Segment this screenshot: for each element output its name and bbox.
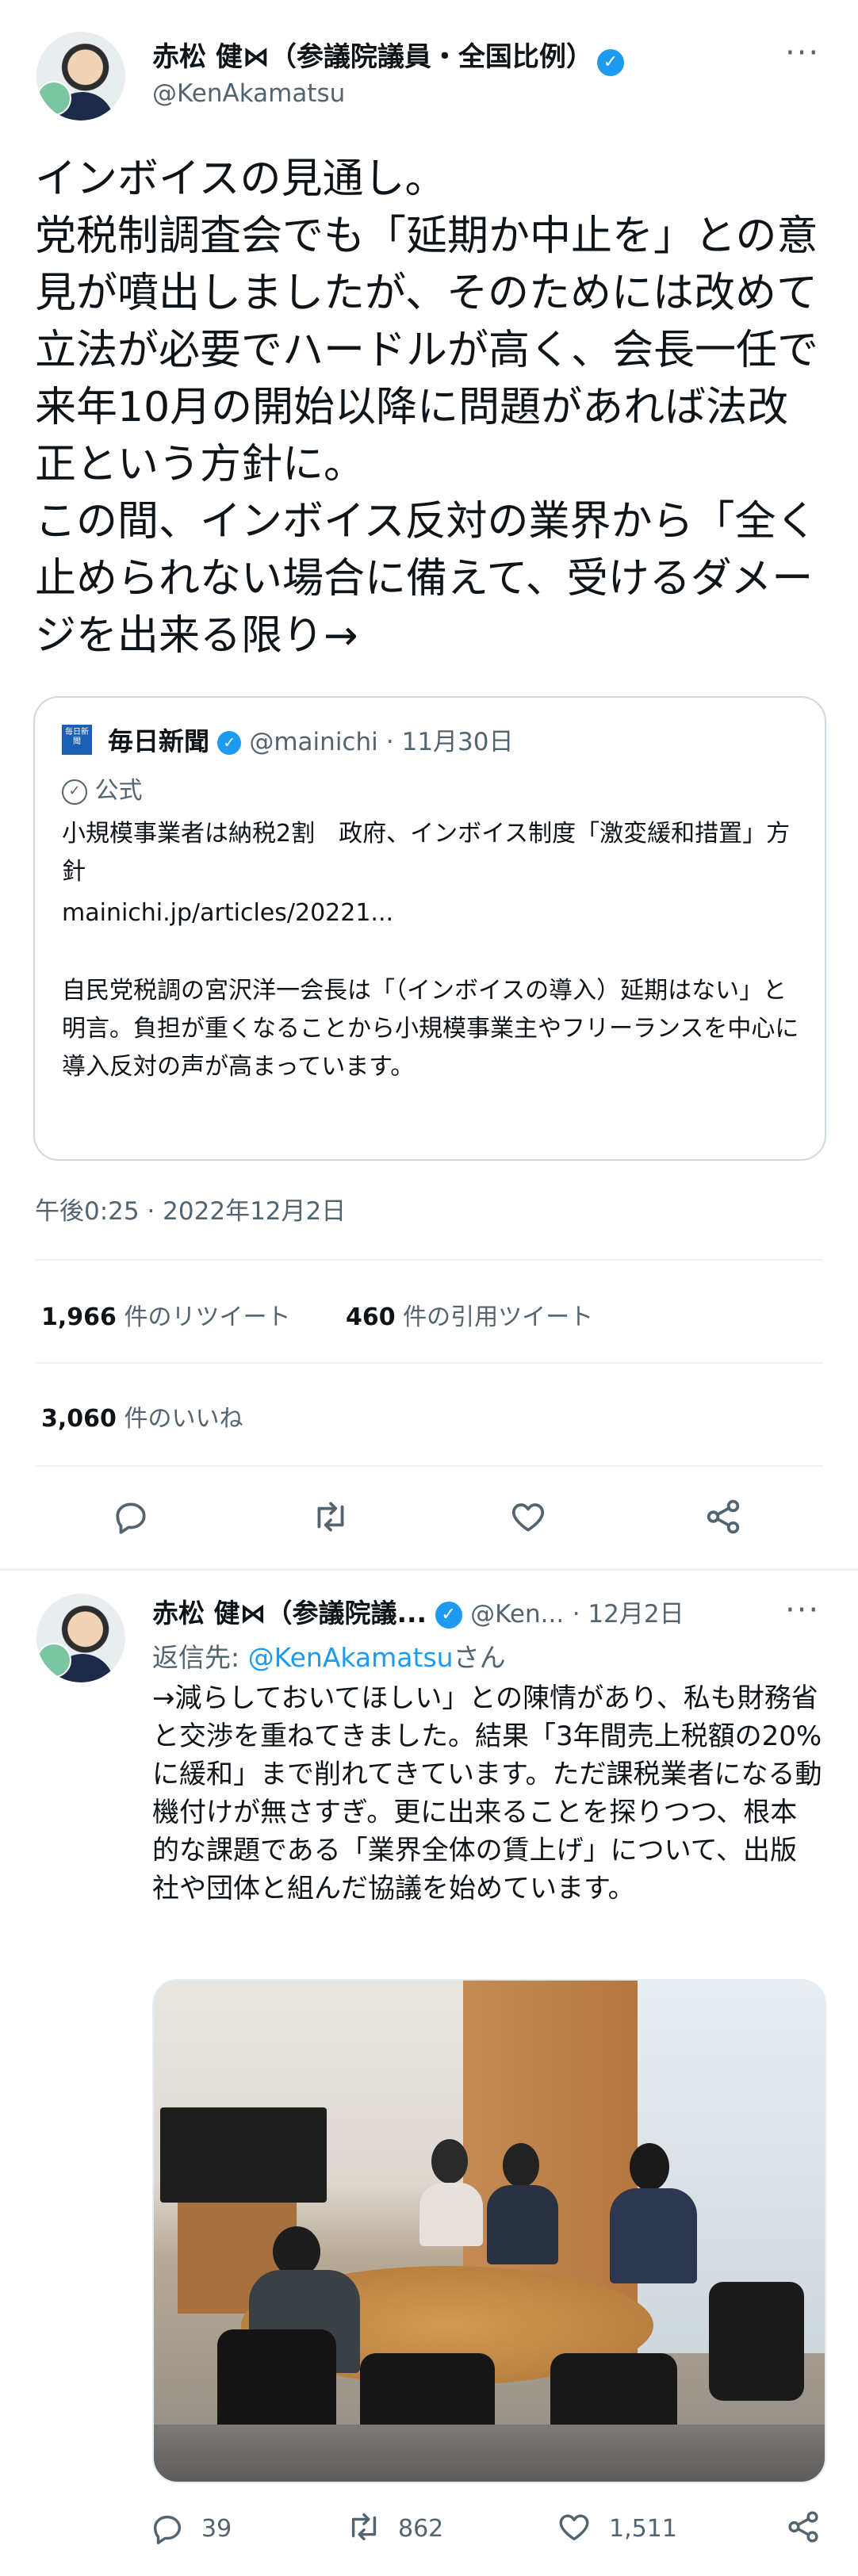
verified-badge-icon: ✓	[217, 731, 242, 755]
quote-stats[interactable]: 460 件の引用ツイート	[346, 1297, 593, 1332]
official-label: 公式	[94, 777, 143, 805]
quote-source-date[interactable]: · 11月30日	[386, 728, 514, 756]
reply-author-name[interactable]: 赤松 健⋈（参議院議...	[152, 1598, 427, 1629]
retweets-label: 件のリツイート	[124, 1303, 291, 1331]
quote-source-handle[interactable]: @mainichi	[249, 728, 377, 756]
author-header[interactable]: 赤松 健⋈（参議院議員・全国比例） ✓	[152, 35, 624, 76]
verified-badge-icon: ✓	[435, 1601, 462, 1629]
reply-to-handle[interactable]: @KenAkamatsu	[248, 1642, 454, 1673]
retweet-icon[interactable]	[309, 1497, 352, 1537]
share-icon[interactable]	[703, 1497, 744, 1537]
author-name[interactable]: 赤松 健⋈（参議院議員・全国比例）	[152, 41, 593, 73]
reply-to-line: 返信先: @KenAkamatsuさん	[152, 1636, 506, 1675]
retweet-count[interactable]: 862	[398, 2515, 443, 2543]
reply-to-prefix: 返信先:	[152, 1642, 248, 1673]
author-avatar[interactable]	[36, 32, 125, 121]
quotes-count: 460	[346, 1303, 396, 1331]
tweet-text: インボイスの見通し。 党税制調査会でも「延期か中止を」との意見が噴出しましたが、…	[35, 155, 819, 660]
reply-count[interactable]: 39	[201, 2515, 232, 2543]
official-badge-icon: ✓	[62, 779, 87, 805]
tweet-timestamp[interactable]: 午後0:25 · 2022年12月2日	[35, 1191, 346, 1227]
heart-icon[interactable]	[555, 2509, 593, 2545]
quote-url[interactable]: mainichi.jp/articles/20221...	[62, 894, 393, 932]
divider	[35, 1465, 823, 1467]
reply-date[interactable]: · 12月2日	[573, 1600, 684, 1629]
like-count[interactable]: 1,511	[609, 2515, 677, 2543]
quote-headline[interactable]: 小規模事業者は納税2割 政府、インボイス制度「激変緩和措置」方針	[62, 815, 799, 891]
divider	[35, 1259, 823, 1261]
share-icon[interactable]	[785, 2509, 822, 2545]
more-options-icon[interactable]: ···	[785, 35, 820, 71]
quote-body: 自民党税調の宮沢洋一会長は「（インボイスの導入）延期はない」と明言。負担が重くな…	[62, 977, 799, 1081]
divider	[35, 1362, 823, 1364]
retweets-count: 1,966	[41, 1303, 117, 1331]
quote-tweet-card[interactable]: 毎日新聞 毎日新聞 ✓ @mainichi · 11月30日 ✓ 公式 小規模事…	[33, 696, 826, 1161]
reply-author-avatar[interactable]	[36, 1594, 125, 1682]
reply-to-suffix: さん	[453, 1642, 506, 1673]
like-stats[interactable]: 3,060 件のいいね	[41, 1399, 243, 1433]
author-handle[interactable]: @KenAkamatsu	[152, 79, 345, 108]
more-options-icon[interactable]: ···	[785, 1592, 820, 1629]
likes-count: 3,060	[41, 1405, 117, 1433]
reply-author-handle[interactable]: @Ken...	[470, 1600, 564, 1629]
likes-label: 件のいいね	[124, 1405, 243, 1433]
retweet-icon[interactable]	[344, 2509, 384, 2545]
meeting-photo[interactable]	[152, 1979, 826, 2483]
verified-badge-icon: ✓	[596, 48, 624, 76]
heart-icon[interactable]	[508, 1497, 549, 1537]
reply-icon[interactable]	[111, 1497, 151, 1537]
quote-source-name[interactable]: 毎日新聞	[108, 726, 209, 756]
reply-icon[interactable]	[149, 2510, 186, 2547]
retweet-stats[interactable]: 1,966 件のリツイート	[41, 1297, 290, 1332]
reply-text: →減らしておいてほしい」との陳情があり、私も財務省と交渉を重ねてきました。結果「…	[152, 1682, 822, 1904]
quotes-label: 件の引用ツイート	[403, 1303, 594, 1331]
divider	[0, 1568, 858, 1571]
mainichi-logo: 毎日新聞	[62, 725, 92, 755]
logo-text: 毎日新聞	[65, 728, 89, 746]
